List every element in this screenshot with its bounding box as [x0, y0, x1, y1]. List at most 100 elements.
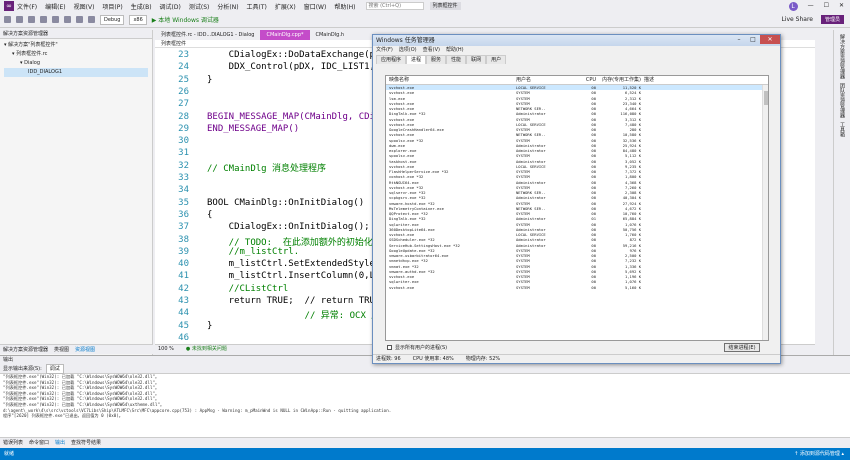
- undo-icon[interactable]: [76, 16, 83, 23]
- tree-item-rc[interactable]: ▾ 列表框控件.rc: [4, 50, 148, 59]
- save-all-icon[interactable]: [64, 16, 71, 23]
- open-icon[interactable]: [40, 16, 47, 23]
- tm-menu-options[interactable]: 选项(O): [399, 46, 417, 55]
- line-number: 44: [178, 308, 189, 319]
- code-line[interactable]: CDialogEx::OnInitDialog();: [207, 222, 370, 232]
- tab-solution-explorer[interactable]: 解决方案资源管理器: [3, 345, 48, 354]
- col-image-name[interactable]: 映像名称: [386, 76, 516, 84]
- side-tab-team[interactable]: 团队资源管理器: [839, 83, 846, 118]
- start-debugging-button[interactable]: ▶ 本地 Windows 调试器: [152, 15, 219, 24]
- avatar[interactable]: L: [788, 1, 798, 11]
- minimize-icon[interactable]: —: [808, 2, 814, 11]
- maximize-icon[interactable]: ☐: [824, 2, 829, 11]
- code-line[interactable]: }: [207, 321, 212, 331]
- tab-resource-view[interactable]: 资源视图: [75, 345, 95, 354]
- output-source-select[interactable]: 调试: [45, 363, 64, 374]
- tm-tab-services[interactable]: 服务: [426, 55, 447, 64]
- code-line[interactable]: m_listCtrl.SetExtendedStyle(LVS: [207, 259, 397, 269]
- menu-edit[interactable]: 编辑(E): [45, 2, 65, 11]
- col-user-name[interactable]: 用户名: [516, 76, 574, 84]
- source-control-button[interactable]: ↑ 添加到源代码管理 ▴: [794, 448, 850, 460]
- tab-find-symbol[interactable]: 查找符号结果: [71, 438, 101, 448]
- menu-analyze[interactable]: 分析(N): [217, 2, 238, 11]
- back-icon[interactable]: [4, 16, 11, 23]
- tm-tab-networking[interactable]: 联网: [466, 55, 487, 64]
- search-input[interactable]: 搜索 (Ctrl+Q): [365, 2, 424, 10]
- code-line[interactable]: BOOL CMainDlg::OnInitDialog(): [207, 198, 364, 208]
- code-line[interactable]: //CListCtrl: [207, 284, 289, 294]
- zoom-level[interactable]: 100 %: [158, 345, 174, 353]
- tab-rc-dialog[interactable]: 列表框控件.rc - IDD...DIALOG1 - Dialog: [155, 30, 260, 40]
- tree-item-solution[interactable]: ▾ 解决方案"列表框控件": [4, 41, 148, 50]
- process-list[interactable]: 映像名称 用户名 CPU 内存(专用工作集) 描述 svchost.exe LOC…: [385, 75, 769, 341]
- code-line[interactable]: // 异常: OCX 属性: [207, 308, 390, 321]
- code-line[interactable]: return TRUE; // return TRUE u: [207, 296, 392, 306]
- code-line[interactable]: BEGIN_MESSAGE_MAP(CMainDlg, CDial: [207, 112, 386, 122]
- tab-cmaindlg-cpp[interactable]: CMainDlg.cpp*: [260, 30, 310, 40]
- line-number: 45: [178, 320, 189, 331]
- side-tab-toolbox[interactable]: 工具箱: [839, 122, 846, 137]
- tree-item-idd-dialog1[interactable]: IDD_DIALOG1: [4, 68, 148, 77]
- platform-select[interactable]: x86: [129, 14, 147, 25]
- menu-window[interactable]: 窗口(W): [304, 2, 327, 11]
- menu-debug[interactable]: 调试(D): [160, 2, 181, 11]
- show-all-users-checkbox[interactable]: 显示所有用户的进程(S): [387, 344, 447, 351]
- task-manager-title: Windows 任务管理器: [376, 37, 435, 44]
- col-memory[interactable]: 内存(专用工作集): [596, 76, 644, 84]
- tm-tab-applications[interactable]: 应用程序: [376, 55, 407, 64]
- code-line[interactable]: CDialogEx::DoDataExchange(pDX);: [207, 50, 397, 60]
- menu-file[interactable]: 文件(F): [17, 2, 37, 11]
- tm-maximize-icon[interactable]: □: [746, 35, 760, 44]
- process-row[interactable]: svchost.exe SYSTEM 00 5,160 K: [386, 285, 768, 290]
- process-list-scrollbar[interactable]: [762, 85, 768, 340]
- output-text[interactable]: "列表框控件.exe"(Win32): 已加载 "C:\Windows\SysW…: [0, 374, 850, 419]
- tm-close-icon[interactable]: ✕: [760, 35, 780, 44]
- menu-build[interactable]: 生成(B): [131, 2, 152, 11]
- code-line[interactable]: }: [207, 75, 212, 85]
- code-line[interactable]: {: [207, 210, 212, 220]
- tm-tab-users[interactable]: 用户: [486, 55, 507, 64]
- tm-tab-processes[interactable]: 进程: [406, 55, 427, 64]
- tm-menu-file[interactable]: 文件(F): [376, 46, 393, 55]
- menu-test[interactable]: 测试(S): [189, 2, 210, 11]
- configuration-select[interactable]: Debug: [100, 14, 125, 25]
- tab-output[interactable]: 输出: [55, 438, 65, 448]
- new-project-icon[interactable]: [28, 16, 35, 23]
- tab-cmaindlg-h[interactable]: CMainDlg.h: [310, 30, 351, 40]
- menu-view[interactable]: 视图(V): [74, 2, 95, 11]
- issues-indicator: ● 未找到相关问题: [185, 346, 227, 352]
- forward-icon[interactable]: [16, 16, 23, 23]
- code-line[interactable]: m_listCtrl.InsertColumn(0,L""): [207, 271, 392, 281]
- code-line[interactable]: //m_listCtrl.: [207, 247, 299, 257]
- code-line[interactable]: // CMainDlg 消息处理程序: [207, 161, 326, 174]
- tab-class-view[interactable]: 类视图: [54, 345, 69, 354]
- end-process-button[interactable]: 结束进程(E): [724, 343, 760, 352]
- redo-icon[interactable]: [88, 16, 95, 23]
- scrollbar-thumb[interactable]: [764, 91, 768, 105]
- side-tab-solution[interactable]: 解决方案资源管理器: [839, 34, 846, 79]
- col-description[interactable]: 描述: [644, 76, 754, 84]
- code-line[interactable]: // TODO: 在此添加额外的初始化: [207, 235, 373, 248]
- live-share-button[interactable]: Live Share: [782, 16, 813, 23]
- tab-command-window[interactable]: 命令窗口: [29, 438, 49, 448]
- menu-project[interactable]: 项目(P): [102, 2, 122, 11]
- tab-error-list[interactable]: 错误列表: [3, 438, 23, 448]
- menu-tools[interactable]: 工具(T): [247, 2, 267, 11]
- tree-item-dialog[interactable]: ▾ Dialog: [4, 59, 148, 68]
- tm-tab-performance[interactable]: 性能: [446, 55, 467, 64]
- admin-badge[interactable]: 管理员: [820, 15, 844, 24]
- close-icon[interactable]: ✕: [839, 2, 844, 11]
- code-line[interactable]: END_MESSAGE_MAP(): [207, 124, 299, 134]
- output-source-label: 显示输出来源(S):: [3, 365, 42, 372]
- tm-menu-help[interactable]: 帮助(H): [446, 46, 464, 55]
- tm-menu-view[interactable]: 查看(V): [423, 46, 440, 55]
- checkbox-box[interactable]: [387, 345, 392, 350]
- save-icon[interactable]: [52, 16, 59, 23]
- code-line[interactable]: DDX_Control(pDX, IDC_LIST1, m_: [207, 62, 392, 72]
- menu-extensions[interactable]: 扩展(X): [275, 2, 296, 11]
- line-number: 42: [178, 283, 189, 294]
- tm-minimize-icon[interactable]: –: [732, 35, 746, 44]
- col-cpu[interactable]: CPU: [574, 76, 596, 84]
- menu-help[interactable]: 帮助(H): [334, 2, 355, 11]
- visual-studio-logo-icon: ∞: [4, 1, 14, 11]
